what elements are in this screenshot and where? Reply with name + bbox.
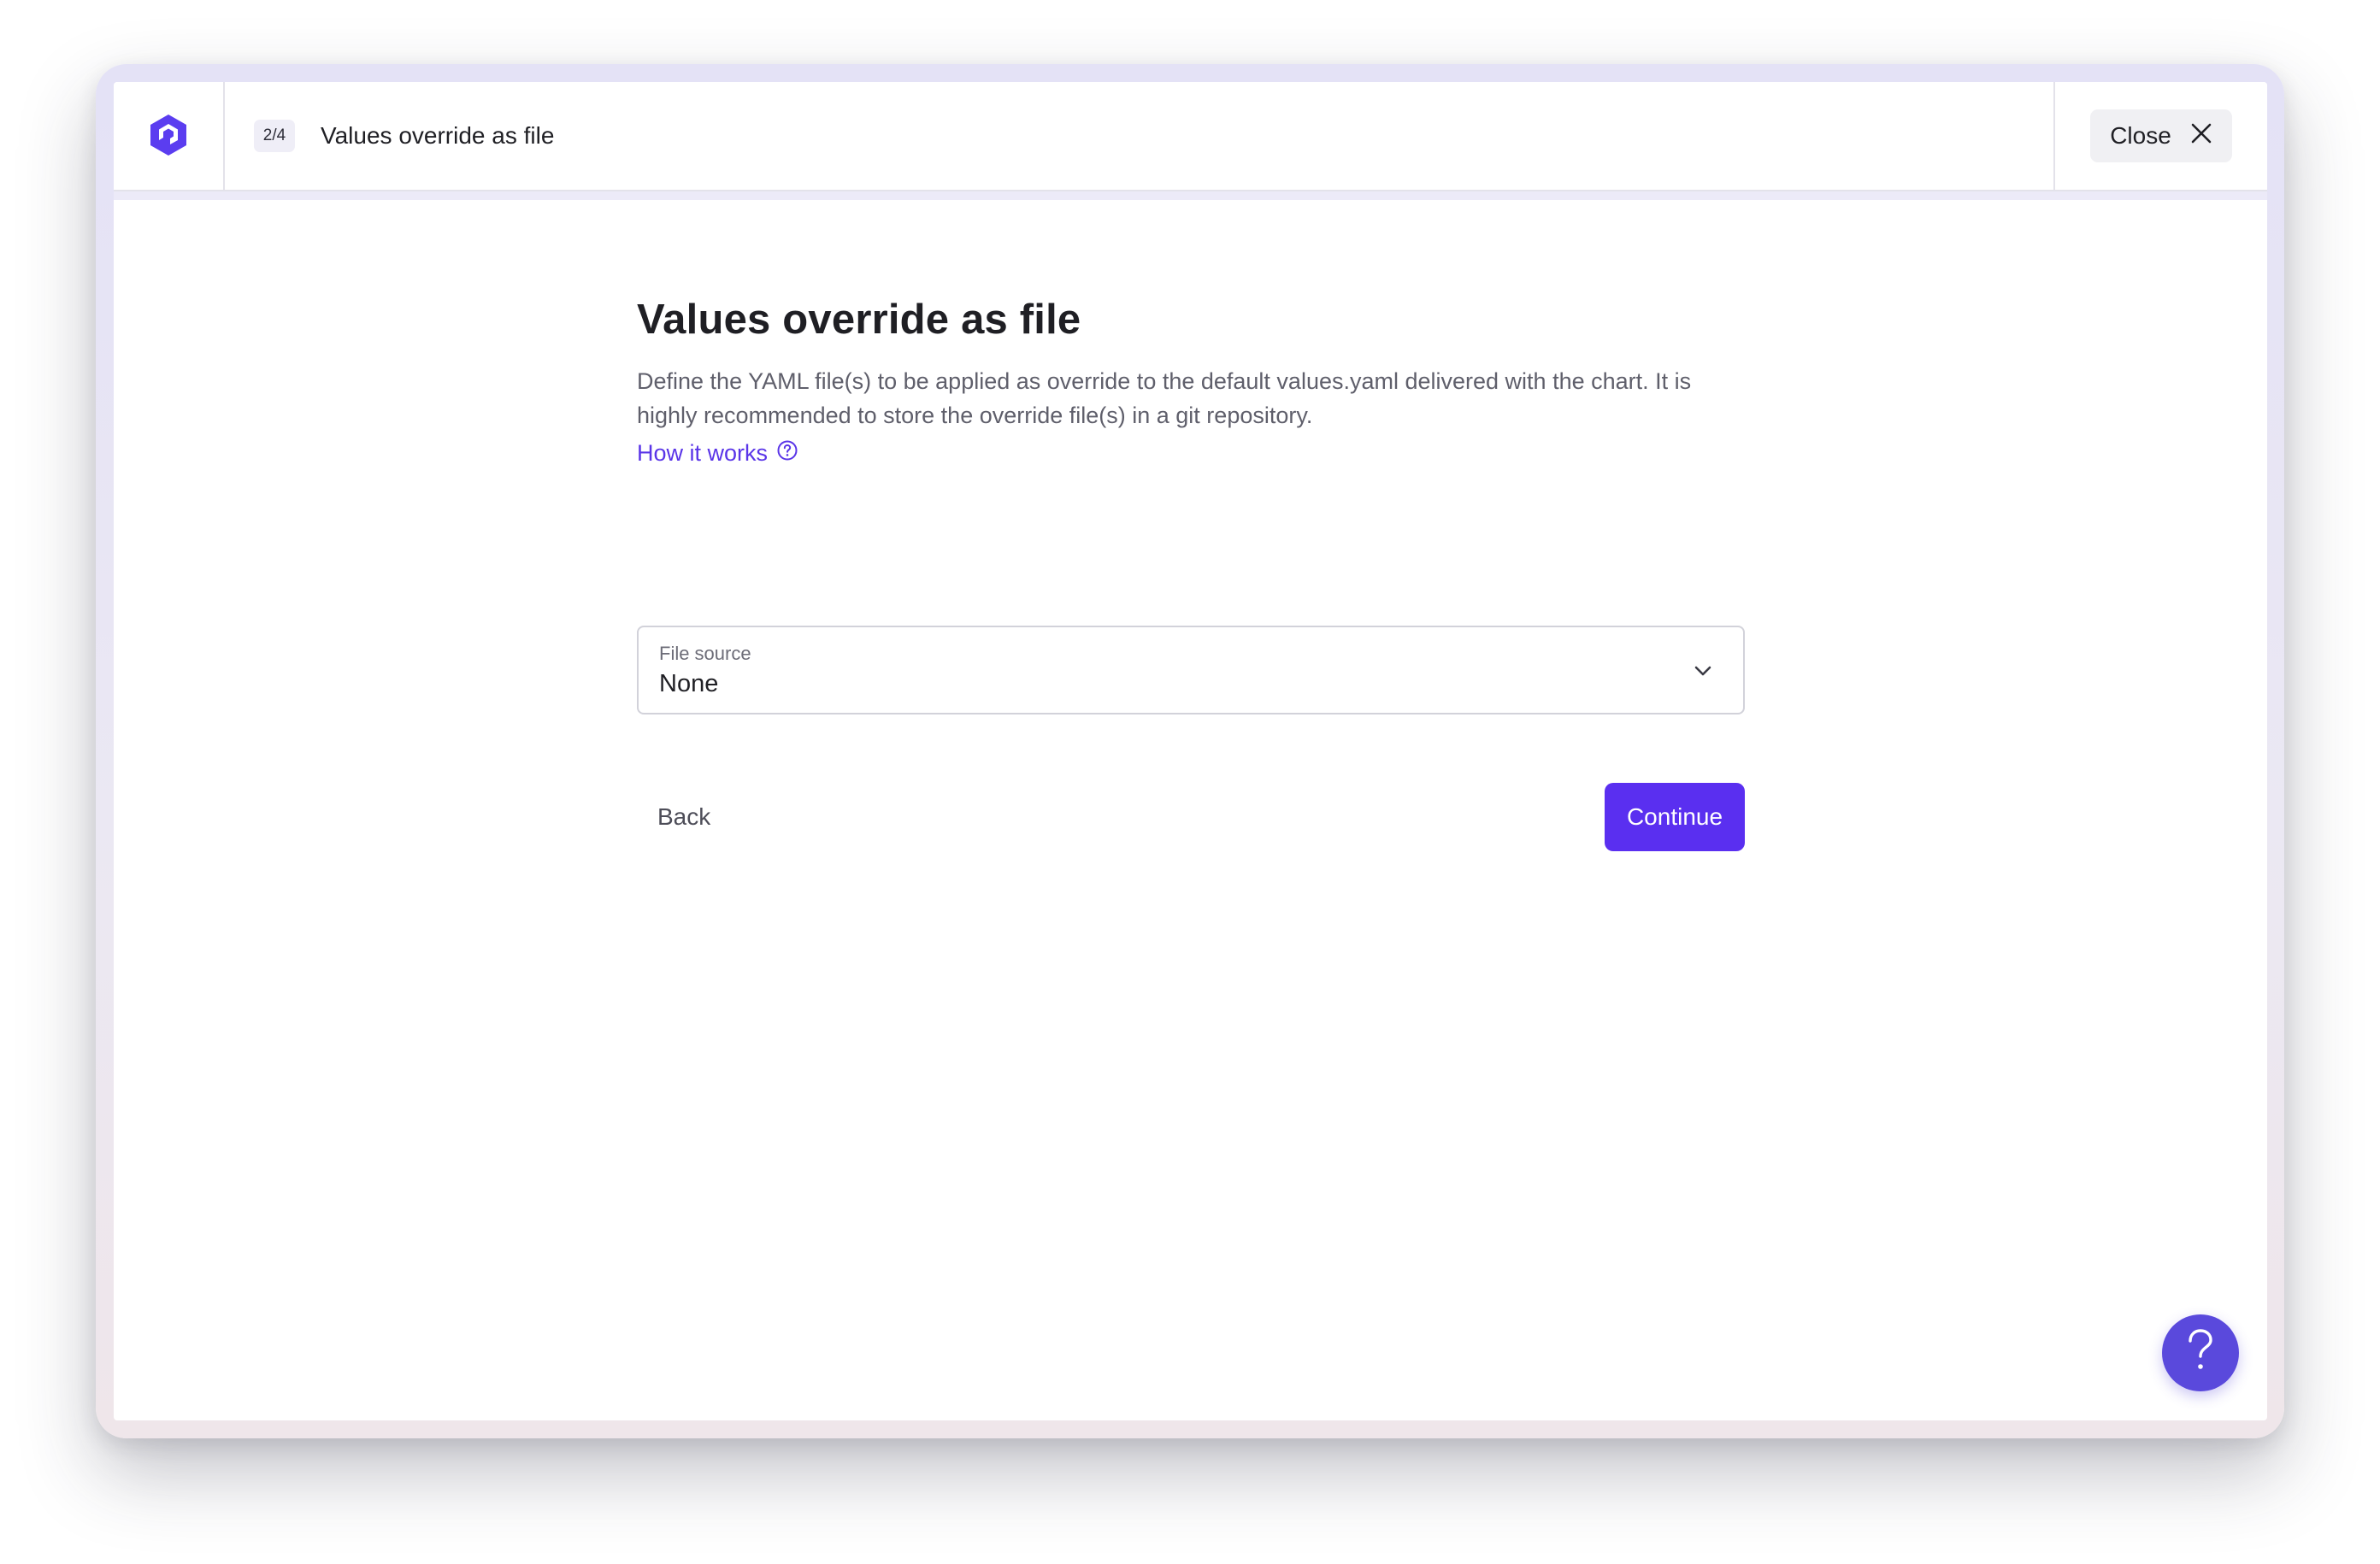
help-circle-icon xyxy=(776,439,798,467)
chevron-down-icon xyxy=(1692,660,1714,686)
close-button[interactable]: Close xyxy=(2090,109,2232,162)
logo-icon[interactable] xyxy=(149,113,188,160)
step-badge: 2/4 xyxy=(254,120,295,152)
back-button[interactable]: Back xyxy=(637,783,731,851)
section-heading: Values override as file xyxy=(637,297,1081,343)
app-window: 2/4 Values override as file Close Values… xyxy=(114,82,2267,1420)
file-source-value: None xyxy=(659,670,719,697)
file-source-select[interactable]: File source None xyxy=(637,626,1745,714)
close-icon xyxy=(2190,122,2212,150)
help-button[interactable] xyxy=(2162,1314,2239,1391)
logo-cell xyxy=(114,82,225,190)
file-source-label: File source xyxy=(659,643,751,664)
how-it-works-link[interactable]: How it works xyxy=(637,439,798,467)
close-cell: Close xyxy=(2053,82,2267,190)
main-content: Values override as file Define the YAML … xyxy=(637,296,1745,851)
question-mark-icon xyxy=(2183,1327,2218,1379)
topbar-accent-strip xyxy=(114,191,2267,200)
page-title: Values override as file xyxy=(321,122,555,149)
continue-button[interactable]: Continue xyxy=(1605,783,1745,851)
section-description: Define the YAML file(s) to be applied as… xyxy=(637,368,1692,428)
how-it-works-label: How it works xyxy=(637,440,769,466)
close-label: Close xyxy=(2110,122,2171,149)
top-bar: 2/4 Values override as file Close xyxy=(114,82,2267,191)
